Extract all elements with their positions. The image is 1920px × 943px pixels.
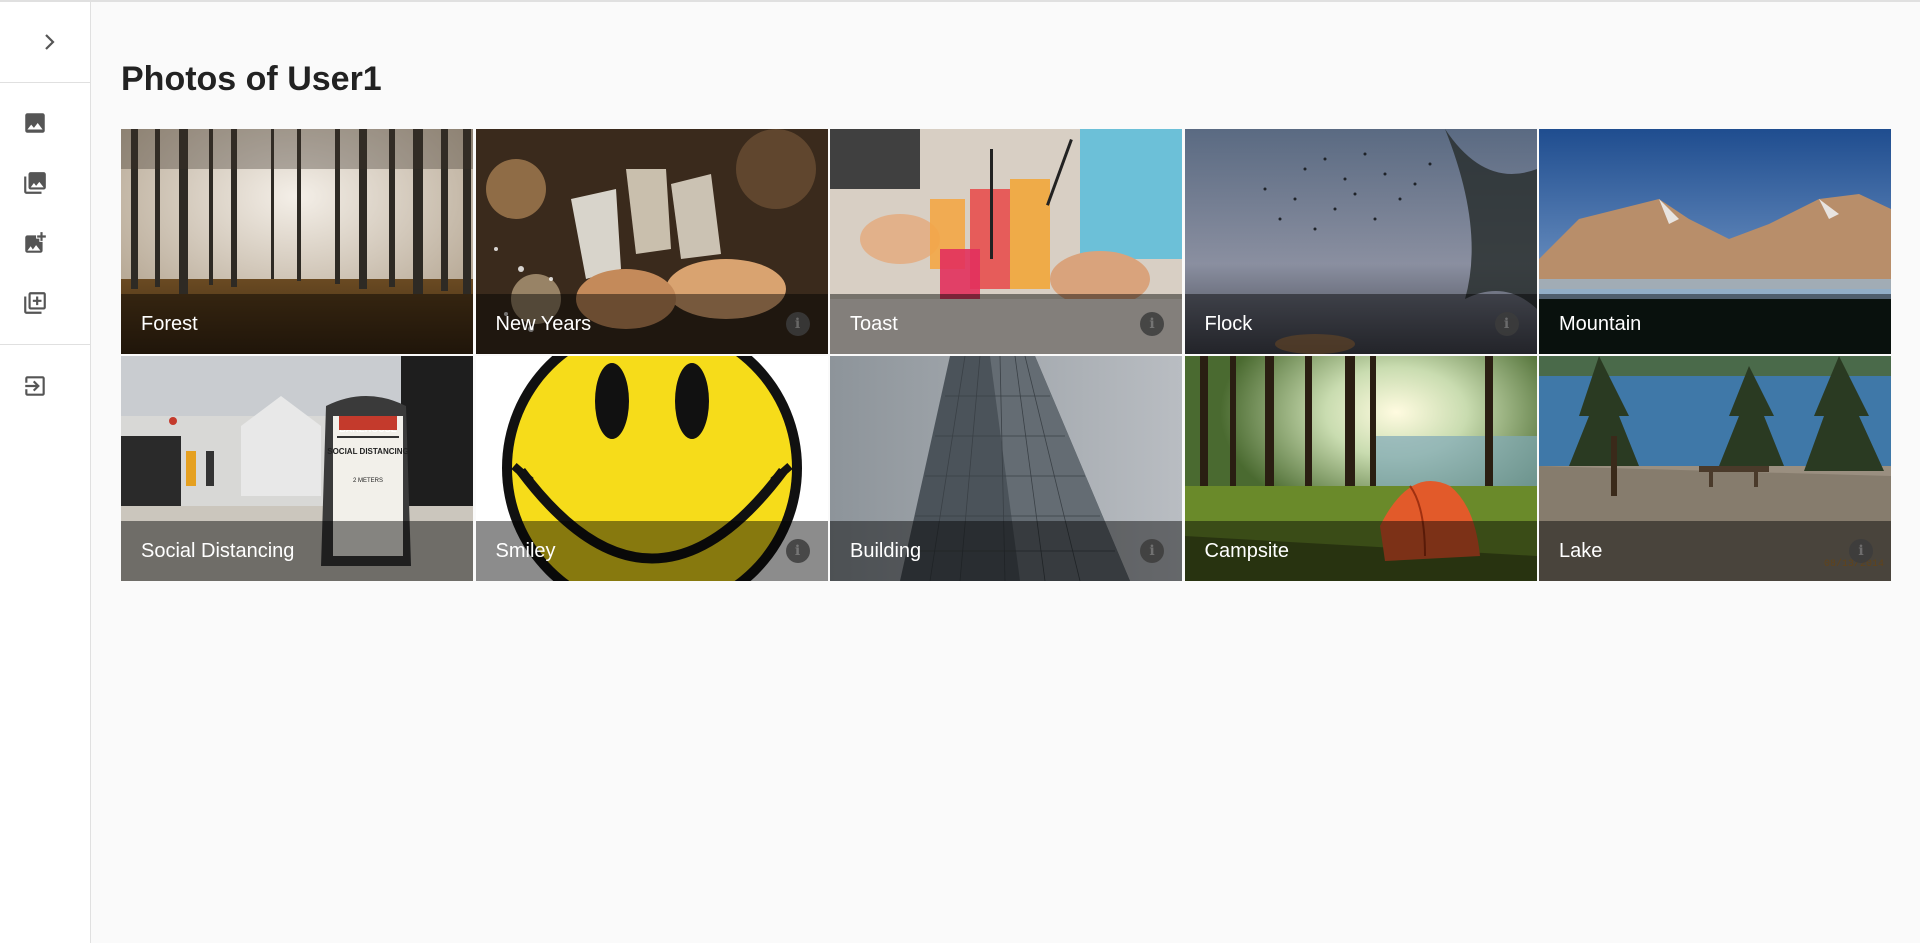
photo-library-icon bbox=[24, 172, 46, 194]
photo-title: Toast bbox=[850, 312, 898, 335]
sidebar bbox=[0, 2, 91, 943]
meters-sign-text: 2 METERS bbox=[353, 478, 383, 484]
login-icon bbox=[25, 376, 45, 396]
library-add-icon bbox=[24, 292, 46, 314]
photo-tile-campsite[interactable]: Campsite bbox=[1184, 356, 1537, 581]
photo-caption: Campsite bbox=[1184, 521, 1537, 581]
photo-tile-forest[interactable]: Forest bbox=[121, 129, 473, 354]
photo-caption: Building i bbox=[830, 521, 1182, 581]
image-icon bbox=[25, 113, 45, 133]
page-title: Photos of User1 bbox=[121, 60, 382, 98]
info-icon[interactable]: i bbox=[1849, 539, 1873, 563]
photo-title: Social Distancing bbox=[141, 539, 295, 562]
photo-caption: New Years i bbox=[475, 294, 828, 354]
info-icon[interactable]: i bbox=[1494, 312, 1519, 336]
sidebar-item-add-photo[interactable] bbox=[18, 226, 52, 260]
photo-tile-toast[interactable]: Toast i bbox=[830, 129, 1182, 354]
info-icon[interactable]: i bbox=[1140, 539, 1164, 563]
photo-tile-social-distancing[interactable]: BAKEHOUSE SOCIAL DISTANCING 2 METERS Soc… bbox=[121, 356, 473, 581]
photo-title: Lake bbox=[1559, 539, 1603, 562]
sidebar-item-photos[interactable] bbox=[18, 106, 52, 140]
photo-tile-lake[interactable]: 08/13/2014 Lake i bbox=[1539, 356, 1891, 581]
photo-title: Mountain bbox=[1559, 312, 1642, 335]
info-icon[interactable]: i bbox=[785, 312, 810, 336]
photo-caption: Flock i bbox=[1184, 294, 1537, 354]
photo-title: Flock bbox=[1204, 312, 1253, 335]
photo-caption: Forest bbox=[121, 294, 473, 354]
sidebar-item-login[interactable] bbox=[18, 369, 52, 403]
photo-tile-smiley[interactable]: Smiley i bbox=[475, 356, 828, 581]
photo-title: New Years bbox=[495, 312, 592, 335]
sidebar-item-add-album[interactable] bbox=[18, 286, 52, 320]
sidebar-item-albums[interactable] bbox=[18, 166, 52, 200]
photo-tile-mountain[interactable]: Mountain bbox=[1539, 129, 1891, 354]
sidebar-divider bbox=[0, 82, 90, 83]
photo-caption: Toast i bbox=[830, 294, 1182, 354]
photo-tile-building[interactable]: Building i bbox=[830, 356, 1182, 581]
info-icon[interactable]: i bbox=[785, 539, 810, 563]
photo-title: Forest bbox=[141, 312, 198, 335]
photo-caption: Lake i bbox=[1539, 521, 1891, 581]
main-content: Photos of User1 Forest New Years i Toast… bbox=[91, 2, 1920, 943]
social-distancing-sign-text: SOCIAL DISTANCING bbox=[327, 447, 408, 456]
sidebar-divider bbox=[0, 344, 90, 345]
add-photo-icon bbox=[25, 232, 46, 253]
photo-caption: Smiley i bbox=[475, 521, 828, 581]
photo-tile-flock[interactable]: Flock i bbox=[1184, 129, 1537, 354]
photo-grid: Forest New Years i Toast i Flock i Mount… bbox=[121, 129, 1891, 581]
photo-tile-new-years[interactable]: New Years i bbox=[475, 129, 828, 354]
photo-caption: Mountain bbox=[1539, 294, 1891, 354]
chevron-right-icon bbox=[45, 34, 55, 50]
photo-title: Smiley bbox=[495, 539, 556, 562]
photo-title: Building bbox=[850, 539, 922, 562]
photo-title: Campsite bbox=[1204, 539, 1289, 562]
photo-caption: Social Distancing bbox=[121, 521, 473, 581]
sidebar-toggle-button[interactable] bbox=[0, 2, 90, 82]
info-icon[interactable]: i bbox=[1140, 312, 1164, 336]
